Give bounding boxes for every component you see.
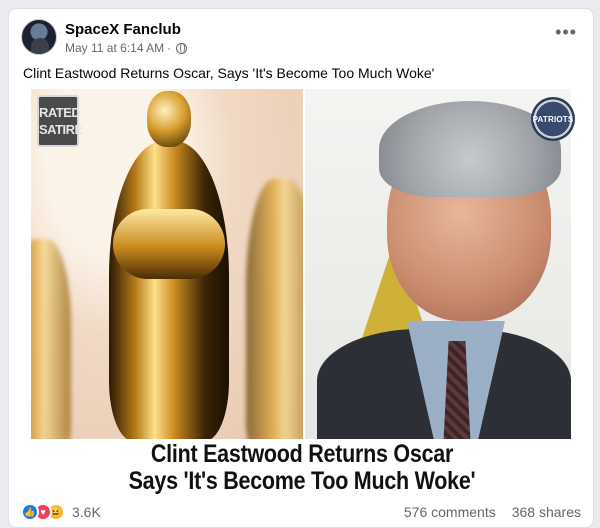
post-image[interactable]: RATED SATIRE PATRIOTS Clint Eastwood Ret… [9,89,593,497]
reactions-summary[interactable]: 👍 ♥ 😆 3.6K [21,503,101,521]
avatar[interactable] [21,19,57,55]
reaction-count[interactable]: 3.6K [72,504,101,520]
headline-line-2: Says 'It's Become Too Much Woke' [128,467,476,495]
badge-rated-text: RATED [39,105,81,120]
more-options-icon[interactable]: ••• [555,23,577,41]
image-headline: Clint Eastwood Returns Oscar Says 'It's … [50,441,554,495]
rated-satire-badge: RATED SATIRE [37,95,83,147]
portrait-photo [305,89,571,439]
comments-count[interactable]: 576 comments [404,504,496,520]
page-name[interactable]: SpaceX Fanclub [65,21,181,38]
post-timestamp[interactable]: May 11 at 6:14 AM [65,41,164,55]
headline-line-1: Clint Eastwood Returns Oscar [150,440,454,468]
post-footer: 👍 ♥ 😆 3.6K 576 comments 368 shares [21,501,581,523]
post-caption: Clint Eastwood Returns Oscar, Says 'It's… [23,65,435,81]
post-meta: May 11 at 6:14 AM · [65,41,188,55]
post-card: SpaceX Fanclub May 11 at 6:14 AM · ••• C… [8,8,594,528]
like-icon: 👍 [21,503,39,521]
shares-count[interactable]: 368 shares [512,504,581,520]
globe-icon [176,42,188,54]
meta-separator: · [167,41,172,55]
badge-satire-text: SATIRE [39,122,83,137]
engagement-stats: 576 comments 368 shares [404,504,581,520]
reaction-icons: 👍 ♥ 😆 [21,503,65,521]
patriots-logo: PATRIOTS [531,97,575,141]
post-header: SpaceX Fanclub May 11 at 6:14 AM · ••• [21,19,581,63]
